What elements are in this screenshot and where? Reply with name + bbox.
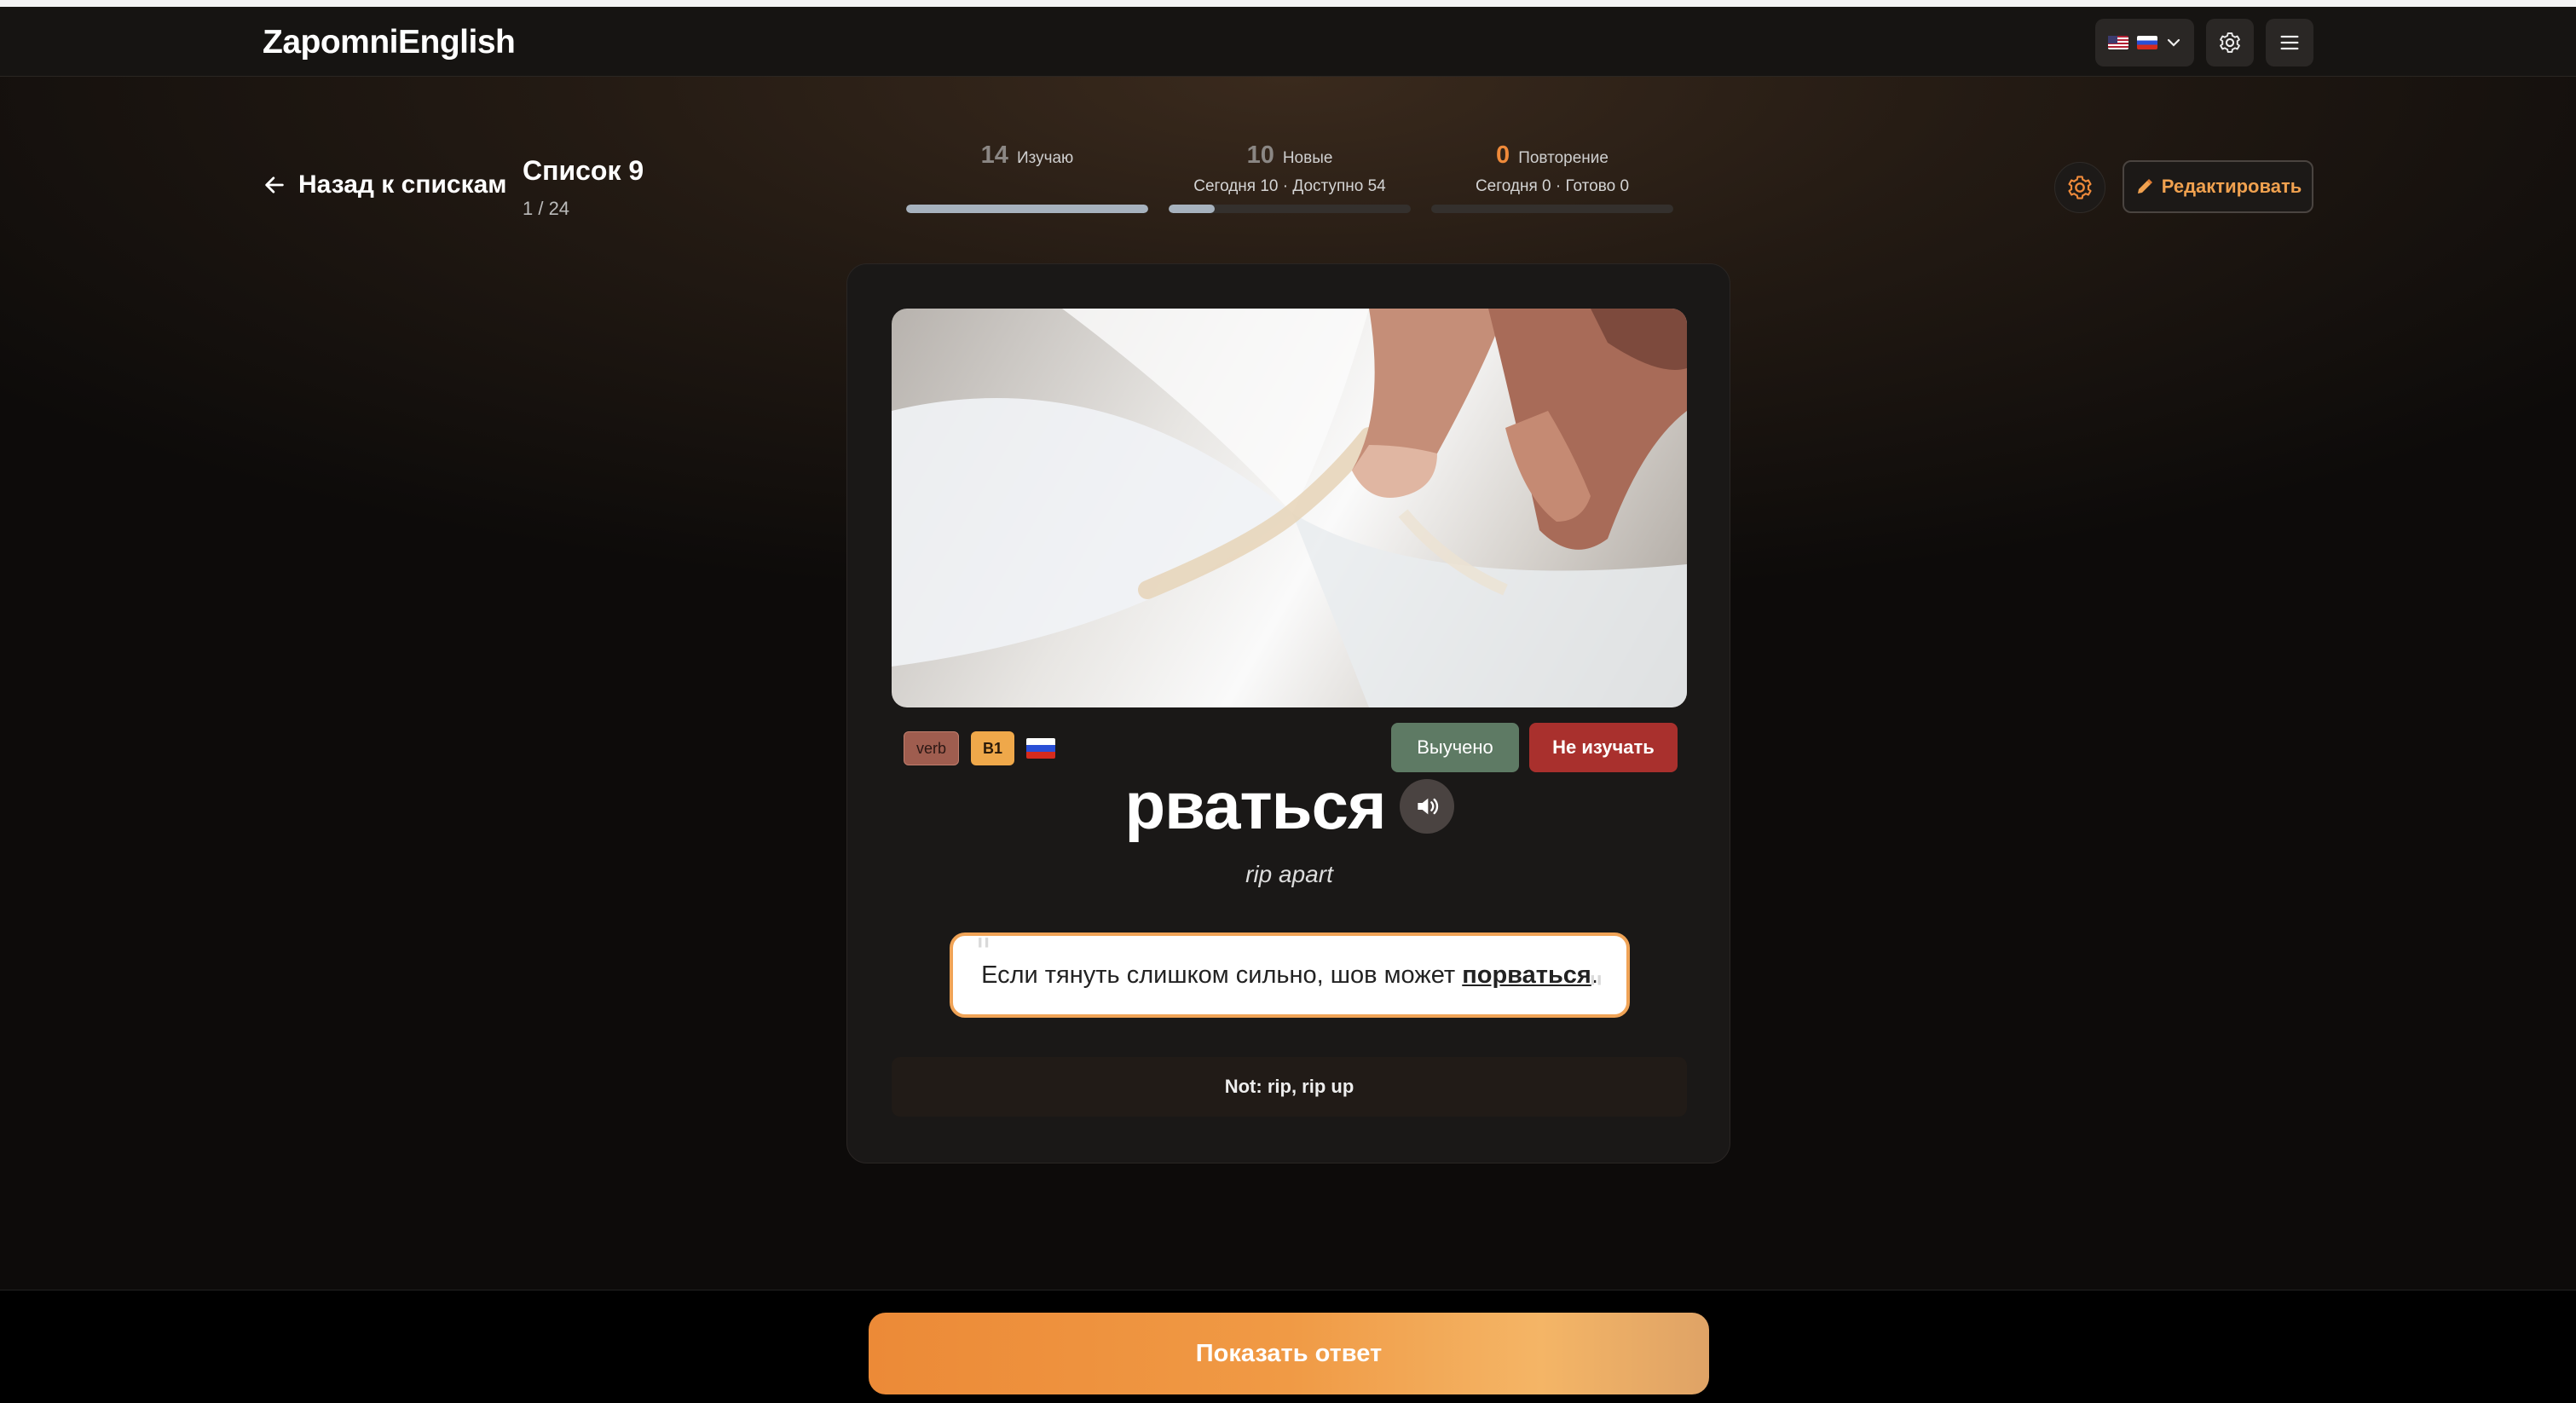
top-strip	[0, 0, 2576, 7]
language-select[interactable]	[2095, 19, 2194, 66]
stat-number: 14	[980, 141, 1008, 169]
stat-label: Изучаю	[1016, 149, 1074, 167]
stat-sub	[906, 177, 1148, 198]
stat-progress-bar	[906, 205, 1148, 213]
navbar: ZapomniEnglish	[0, 7, 2576, 77]
stat-number: 10	[1246, 141, 1274, 169]
example-sentence: " Если тянуть слишком сильно, шов может …	[950, 931, 1630, 1018]
pronunciation-button[interactable]	[1399, 778, 1454, 834]
flag-ru-icon	[1026, 738, 1056, 759]
gear-icon	[2220, 32, 2240, 53]
speaker-icon	[1417, 798, 1438, 814]
stat-new: 10 Новые Сегодня 10 · Доступно 54	[1169, 141, 1411, 213]
card-tags: verb B1	[904, 731, 1056, 765]
do-not-learn-button[interactable]: Не изучать	[1529, 723, 1678, 772]
show-answer-button[interactable]: Показать ответ	[869, 1313, 1709, 1394]
card-translation: rip apart	[1245, 861, 1333, 887]
stat-progress-bar	[1169, 205, 1411, 213]
stat-sub: Сегодня 0 · Готово 0	[1475, 177, 1630, 195]
list-title: Список 9	[523, 155, 644, 186]
flashcard: verb B1 Выучено Не изучать рваться rip a…	[846, 263, 1730, 1163]
quote-open-icon: "	[975, 931, 992, 973]
example-before: Если тянуть слишком сильно, шов может	[981, 961, 1463, 989]
example-highlight: порваться	[1462, 961, 1591, 989]
card-word: рваться	[1124, 768, 1387, 843]
stat-progress-fill	[906, 205, 1148, 213]
chevron-down-icon	[2167, 38, 2180, 47]
edit-button-label: Редактировать	[2161, 176, 2302, 197]
flag-us-icon	[2108, 36, 2128, 49]
card-settings-button[interactable]	[2054, 162, 2105, 213]
example-text: Если тянуть слишком сильно, шов может по…	[981, 961, 1598, 990]
stat-learning: 14 Изучаю	[906, 141, 1148, 213]
menu-button[interactable]	[2266, 19, 2313, 66]
pencil-icon	[2137, 179, 2152, 193]
stat-sub: Сегодня 10 · Доступно 54	[1193, 177, 1386, 195]
arrow-left-icon	[265, 176, 284, 193]
level-badge: B1	[971, 731, 1015, 765]
part-of-speech-tag: verb	[904, 731, 960, 765]
quote-close-icon: "	[1587, 968, 1604, 1010]
edit-button[interactable]: Редактировать	[2123, 160, 2313, 213]
stat-label: Повторение	[1518, 149, 1609, 167]
list-progress: 1 / 24	[523, 198, 570, 219]
fabric-tear-illustration	[892, 309, 1687, 707]
flag-ru-icon	[2137, 36, 2157, 49]
stat-label: Новые	[1282, 149, 1333, 167]
card-image	[892, 309, 1687, 707]
stat-number: 0	[1496, 141, 1510, 169]
app-logo[interactable]: ZapomniEnglish	[263, 24, 516, 61]
back-to-lists-link[interactable]: Назад к спискам	[263, 170, 506, 199]
stat-progress-bar	[1431, 205, 1673, 213]
settings-button[interactable]	[2206, 19, 2254, 66]
mark-learned-button[interactable]: Выучено	[1391, 723, 1519, 772]
hamburger-icon	[2280, 35, 2299, 50]
gear-icon	[2068, 176, 2092, 199]
word-row: рваться	[847, 767, 1731, 845]
stat-review: 0 Повторение Сегодня 0 · Готово 0	[1431, 141, 1673, 213]
stat-progress-fill	[1169, 205, 1215, 213]
card-note: Not: rip, rip up	[892, 1057, 1687, 1117]
back-link-label: Назад к спискам	[298, 170, 507, 199]
